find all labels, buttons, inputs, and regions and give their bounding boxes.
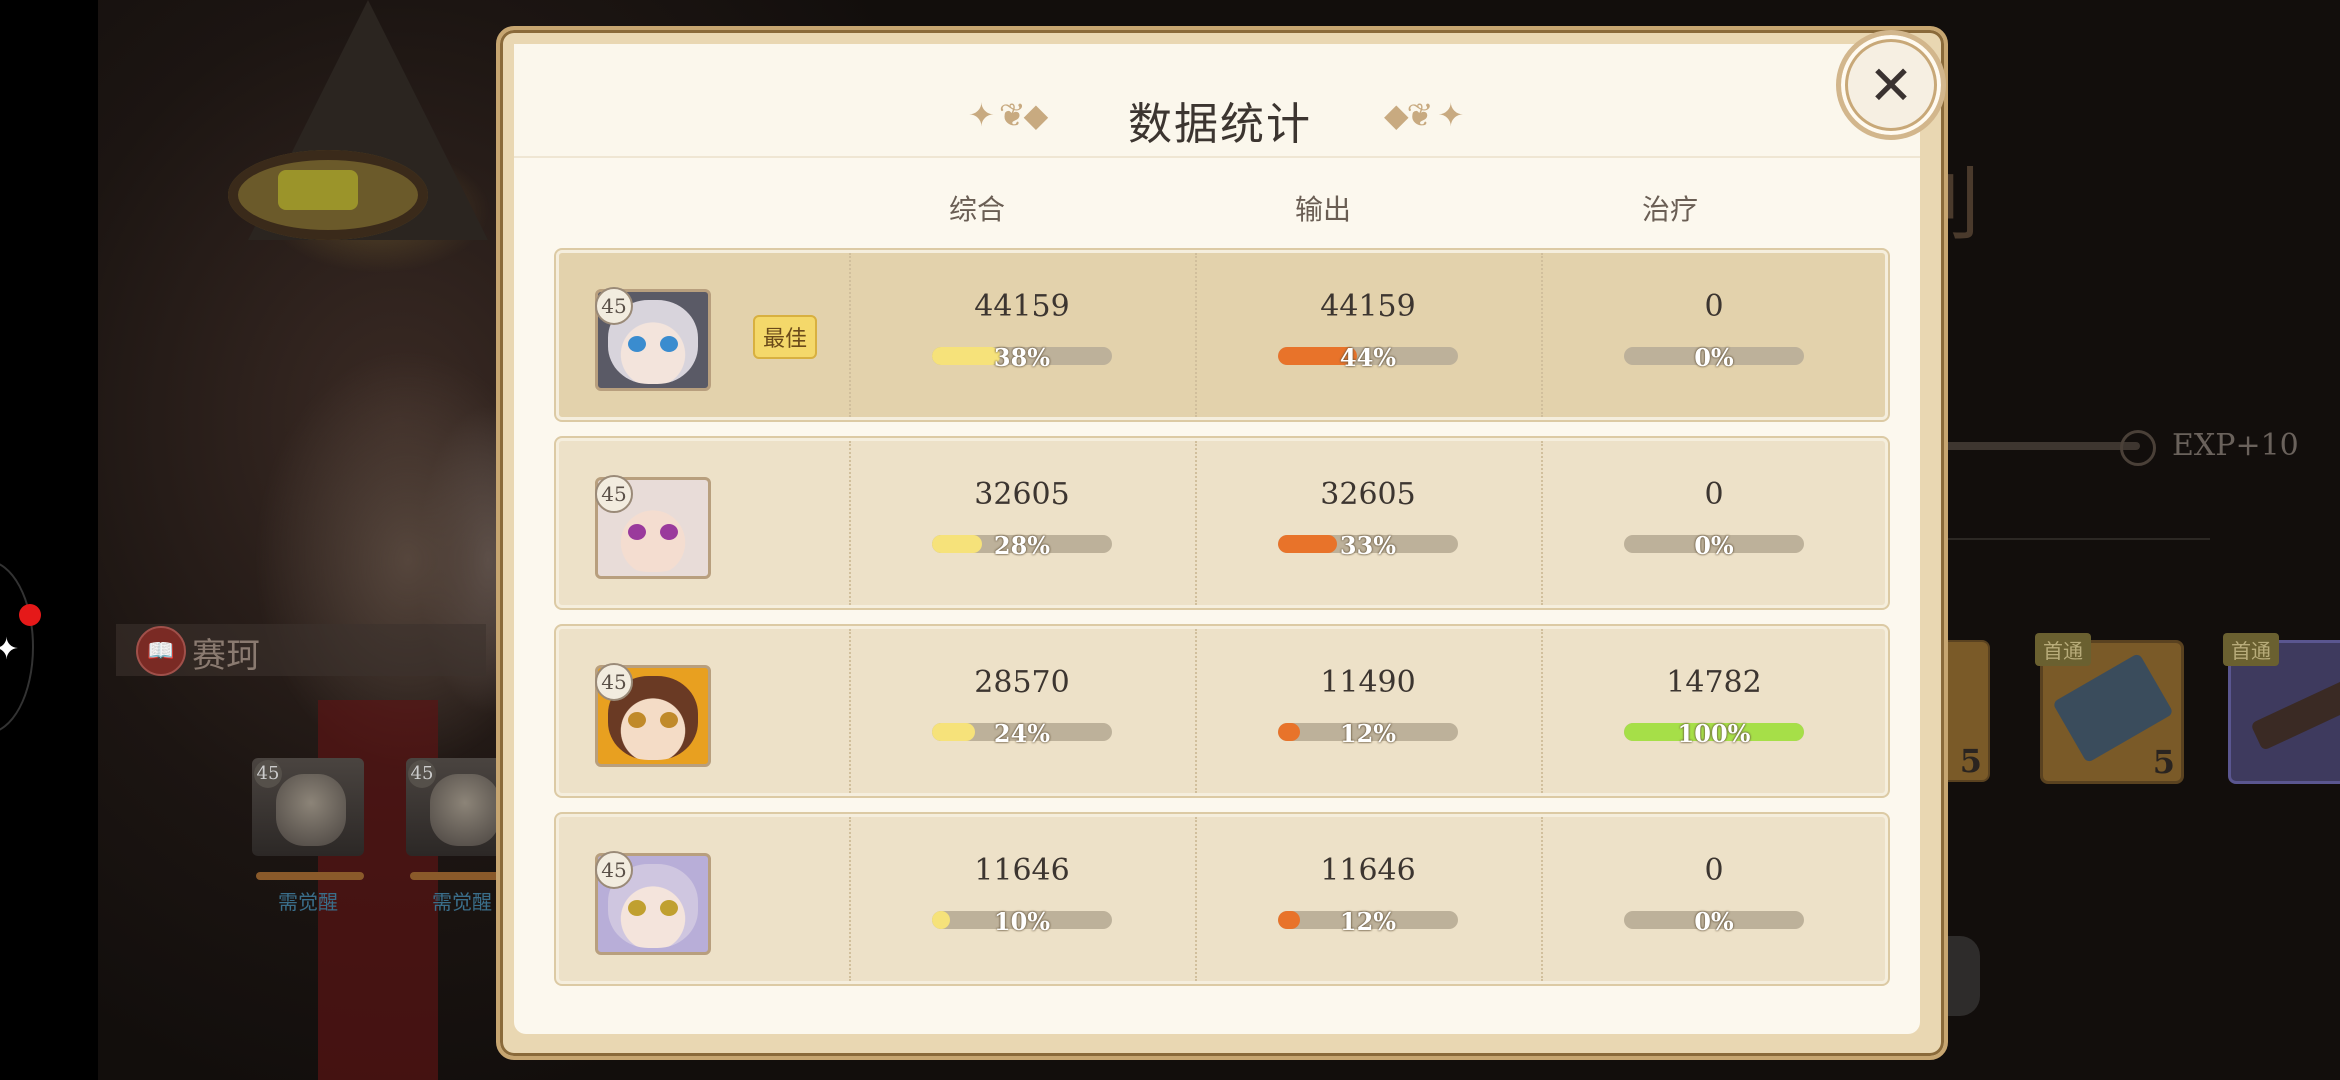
awaken-label: 需觉醒 <box>432 890 492 914</box>
left-dark-edge <box>0 0 98 1080</box>
stats-row[interactable]: 45 32605 28% 32605 33% 0 0% <box>556 438 1888 608</box>
stat-value: 28570 <box>974 665 1070 700</box>
exp-progress-line <box>1930 442 2140 450</box>
character-eye <box>660 336 678 352</box>
heal-stat: 14782 100% <box>1541 629 1887 793</box>
divider <box>1930 538 2210 540</box>
stat-value: 11646 <box>974 853 1070 888</box>
column-header-damage: 输出 <box>1294 193 1351 226</box>
character-eye <box>628 336 646 352</box>
level-badge: 45 <box>595 851 633 889</box>
column-header-heal: 治疗 <box>1641 193 1698 226</box>
stat-value: 32605 <box>1320 477 1416 512</box>
stats-row[interactable]: 45 28570 24% 11490 12% 14782 100% <box>556 626 1888 796</box>
stat-percent: 33% <box>1339 531 1397 560</box>
character-eye <box>660 524 678 540</box>
stat-percent: 12% <box>1339 907 1397 936</box>
modal-title: 数据统计 <box>1128 99 1312 150</box>
stat-percent: 10% <box>993 907 1051 936</box>
level-badge: 45 <box>595 475 633 513</box>
stat-percent: 28% <box>993 531 1051 560</box>
stat-percent: 0% <box>1694 907 1734 936</box>
stat-value: 11646 <box>1320 853 1416 888</box>
stat-value: 44159 <box>974 289 1070 324</box>
stat-percent: 0% <box>1694 531 1734 560</box>
stat-value: 0 <box>1704 853 1724 888</box>
stats-row[interactable]: 45 11646 10% 11646 12% 0 0% <box>556 814 1888 984</box>
character-eye <box>660 900 678 916</box>
heal-stat: 0 0% <box>1541 253 1887 417</box>
reward-item[interactable]: 首通 <box>2223 633 2340 784</box>
stat-percent: 24% <box>993 719 1051 748</box>
first-clear-badge: 首通 <box>2035 633 2091 666</box>
damage-stat: 44159 44% <box>1195 253 1541 417</box>
character-eye <box>628 900 646 916</box>
stat-percent: 12% <box>1339 719 1397 748</box>
overall-stat: 32605 28% <box>849 441 1195 605</box>
heal-stat: 0 0% <box>1541 817 1887 981</box>
stat-value: 14782 <box>1666 665 1762 700</box>
exp-knob-icon <box>2120 430 2156 466</box>
first-clear-badge: 首通 <box>2223 633 2279 666</box>
sparkle-icon: ✦ <box>0 632 20 667</box>
character-tag-name: 赛珂 <box>192 636 260 676</box>
stat-value: 11490 <box>1320 665 1416 700</box>
damage-stat: 11646 12% <box>1195 817 1541 981</box>
character-eye <box>660 712 678 728</box>
column-header-overall: 综合 <box>948 193 1005 226</box>
member-avatar <box>276 774 346 846</box>
reward-count: 5 <box>2152 743 2175 781</box>
stat-percent: 44% <box>1339 343 1397 372</box>
stat-value: 32605 <box>974 477 1070 512</box>
reward-count: 5 <box>1959 742 1982 780</box>
overall-stat: 28570 24% <box>849 629 1195 793</box>
awaken-label: 需觉醒 <box>278 890 338 914</box>
exp-bar <box>256 872 364 880</box>
member-avatar <box>430 774 500 846</box>
left-flourish-icon: ✦ ❦◆ <box>968 96 1048 134</box>
level-badge: 45 <box>595 287 633 325</box>
overall-stat: 44159 38% <box>849 253 1195 417</box>
exp-gain-text: EXP+10 <box>2172 428 2299 463</box>
stat-value: 44159 <box>1320 289 1416 324</box>
stat-percent: 38% <box>993 343 1051 372</box>
stat-value: 0 <box>1704 477 1724 512</box>
close-button[interactable]: ✕ <box>1836 30 1946 140</box>
level-badge: 45 <box>408 760 436 788</box>
close-x-icon: ✕ <box>1868 53 1914 117</box>
stats-row[interactable]: 45 最佳 44159 38% 44159 44% 0 0% <box>556 250 1888 420</box>
team-member-card[interactable]: 45 <box>252 758 364 856</box>
stat-value: 0 <box>1704 289 1724 324</box>
stat-percent: 0% <box>1694 343 1734 372</box>
musket-icon <box>2250 673 2340 751</box>
heal-stat: 0 0% <box>1541 441 1887 605</box>
character-eye <box>628 712 646 728</box>
overall-stat: 11646 10% <box>849 817 1195 981</box>
best-badge: 最佳 <box>753 315 818 359</box>
damage-stat: 32605 33% <box>1195 441 1541 605</box>
level-badge: 45 <box>254 760 282 788</box>
record-indicator-dot <box>19 604 41 626</box>
stat-percent: 100% <box>1677 719 1751 748</box>
right-flourish-icon: ◆❦ ✦ <box>1384 96 1464 134</box>
pumpkin-mouth <box>278 170 358 210</box>
level-badge: 45 <box>595 663 633 701</box>
damage-stat: 11490 12% <box>1195 629 1541 793</box>
character-eye <box>628 524 646 540</box>
book-icon[interactable]: 📖 <box>136 626 186 676</box>
reward-item[interactable]: 首通 5 <box>2035 633 2184 784</box>
